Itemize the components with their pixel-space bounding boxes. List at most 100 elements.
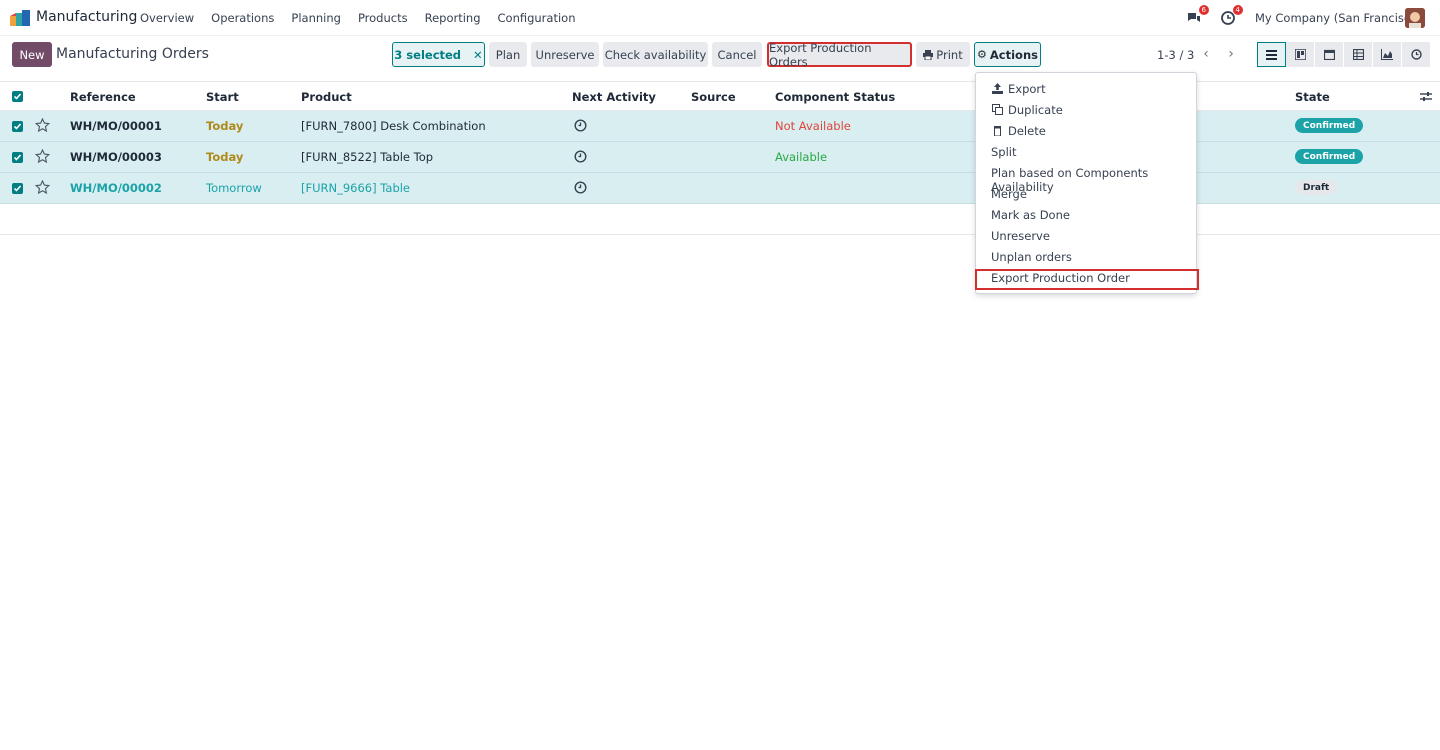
top-navbar: Manufacturing Overview Operations Planni… xyxy=(0,0,1440,36)
status-badge: Confirmed xyxy=(1295,118,1364,133)
print-button[interactable]: Print xyxy=(916,42,970,67)
column-header-source[interactable]: Source xyxy=(691,90,736,104)
activities-count-badge: 4 xyxy=(1232,5,1243,15)
main-menu: Overview Operations Planning Products Re… xyxy=(140,11,593,25)
clock-icon xyxy=(1410,49,1422,60)
menu-item-duplicate[interactable]: Duplicate xyxy=(1008,103,1063,117)
menu-item-operations[interactable]: Operations xyxy=(211,11,274,25)
star-icon[interactable] xyxy=(35,149,50,164)
unreserve-button[interactable]: Unreserve xyxy=(531,42,599,67)
pager-next-icon[interactable]: › xyxy=(1221,44,1241,64)
optional-columns-icon[interactable] xyxy=(1420,91,1432,102)
cell-product: [FURN_7800] Desk Combination xyxy=(301,119,486,133)
checkmark-icon xyxy=(13,93,22,100)
star-icon[interactable] xyxy=(35,180,50,195)
cell-start: Today xyxy=(206,119,244,133)
view-switcher xyxy=(1257,42,1431,67)
table-row[interactable]: WH/MO/00002 Tomorrow [FURN_9666] Table D… xyxy=(0,173,1440,204)
table-row[interactable]: WH/MO/00003 Today [FURN_8522] Table Top … xyxy=(0,142,1440,173)
new-button[interactable]: New xyxy=(12,42,52,67)
menu-item-delete[interactable]: Delete xyxy=(1008,124,1046,138)
column-header-next-activity[interactable]: Next Activity xyxy=(572,90,656,104)
column-header-state[interactable]: State xyxy=(1295,90,1330,104)
select-all-checkbox[interactable] xyxy=(12,91,23,102)
print-icon xyxy=(923,49,934,60)
cell-reference: WH/MO/00001 xyxy=(70,119,162,133)
calendar-icon xyxy=(1323,49,1335,60)
menu-item-products[interactable]: Products xyxy=(358,11,408,25)
selected-count: 3 selected xyxy=(394,47,462,62)
column-header-reference[interactable]: Reference xyxy=(70,90,136,104)
column-header-start[interactable]: Start xyxy=(206,90,239,104)
user-avatar[interactable] xyxy=(1405,8,1425,28)
row-checkbox[interactable] xyxy=(12,121,23,132)
activity-clock-icon[interactable] xyxy=(574,181,587,194)
page-title: Manufacturing Orders xyxy=(56,46,209,62)
activity-clock-icon[interactable] xyxy=(574,119,587,132)
messages-count-badge: 6 xyxy=(1198,5,1209,15)
menu-item-mark-as-done[interactable]: Mark as Done xyxy=(991,208,1070,222)
list-footer-divider xyxy=(0,234,1440,235)
actions-dropdown-menu: Export Duplicate Delete Split Plan based… xyxy=(975,72,1199,294)
upload-icon xyxy=(992,83,1003,94)
list-view-button[interactable] xyxy=(1257,42,1286,67)
app-name[interactable]: Manufacturing xyxy=(36,9,137,25)
checkmark-icon xyxy=(13,154,22,161)
menu-item-split[interactable]: Split xyxy=(991,145,1017,159)
table-row[interactable]: WH/MO/00001 Today [FURN_7800] Desk Combi… xyxy=(0,111,1440,142)
menu-item-export-production-order[interactable]: Export Production Order xyxy=(991,271,1130,285)
cell-start: Today xyxy=(206,150,244,164)
clear-selection-icon[interactable]: ✕ xyxy=(473,48,483,62)
area-chart-icon xyxy=(1381,49,1393,60)
checkmark-icon xyxy=(13,185,22,192)
user-avatar-image xyxy=(1405,8,1425,28)
selection-indicator: 3 selected ✕ xyxy=(392,42,485,67)
kanban-icon xyxy=(1294,49,1306,60)
menu-item-merge[interactable]: Merge xyxy=(991,187,1027,201)
pivot-view-button[interactable] xyxy=(1344,42,1373,67)
menu-item-unplan-orders[interactable]: Unplan orders xyxy=(991,250,1072,264)
table-header: Reference Start Product Next Activity So… xyxy=(0,81,1440,111)
column-header-product[interactable]: Product xyxy=(301,90,352,104)
check-availability-button[interactable]: Check availability xyxy=(603,42,708,67)
trash-icon xyxy=(994,126,1001,136)
activity-clock-icon[interactable] xyxy=(574,150,587,163)
list-icon xyxy=(1266,49,1277,60)
pager-value[interactable]: 1-3 / 3 xyxy=(1157,48,1194,62)
cell-component-status: Available xyxy=(775,150,828,164)
actions-button[interactable]: ⚙ Actions xyxy=(974,42,1041,67)
cell-product: [FURN_9666] Table xyxy=(301,181,411,195)
cell-start: Tomorrow xyxy=(206,181,262,195)
status-badge: Draft xyxy=(1295,180,1338,195)
cancel-button[interactable]: Cancel xyxy=(712,42,762,67)
kanban-view-button[interactable] xyxy=(1286,42,1315,67)
activity-view-button[interactable] xyxy=(1402,42,1431,67)
calendar-view-button[interactable] xyxy=(1315,42,1344,67)
menu-item-configuration[interactable]: Configuration xyxy=(498,11,576,25)
messages-button[interactable]: 6 xyxy=(1186,5,1209,26)
checkmark-icon xyxy=(13,123,22,130)
actions-label: Actions xyxy=(989,47,1038,62)
cell-product: [FURN_8522] Table Top xyxy=(301,150,434,164)
cell-component-status: Not Available xyxy=(775,119,851,133)
plan-button[interactable]: Plan xyxy=(489,42,527,67)
menu-item-export[interactable]: Export xyxy=(1008,82,1046,96)
row-checkbox[interactable] xyxy=(12,152,23,163)
star-icon[interactable] xyxy=(35,118,50,133)
table-icon xyxy=(1352,49,1364,60)
menu-item-reporting[interactable]: Reporting xyxy=(425,11,481,25)
activities-button[interactable]: 4 xyxy=(1220,5,1243,26)
row-checkbox[interactable] xyxy=(12,183,23,194)
gear-icon: ⚙ xyxy=(977,48,987,61)
pager-previous-icon[interactable]: ‹ xyxy=(1196,44,1216,64)
menu-item-unreserve[interactable]: Unreserve xyxy=(991,229,1050,243)
menu-item-overview[interactable]: Overview xyxy=(140,11,194,25)
duplicate-icon xyxy=(992,104,1003,115)
export-production-orders-button[interactable]: Export Production Orders xyxy=(767,41,912,69)
menu-item-planning[interactable]: Planning xyxy=(291,11,341,25)
manufacturing-app-icon[interactable] xyxy=(10,10,30,26)
column-header-component-status[interactable]: Component Status xyxy=(775,90,895,104)
print-label: Print xyxy=(936,47,963,62)
graph-view-button[interactable] xyxy=(1373,42,1402,67)
company-switcher[interactable]: My Company (San Francisco) xyxy=(1255,11,1422,25)
